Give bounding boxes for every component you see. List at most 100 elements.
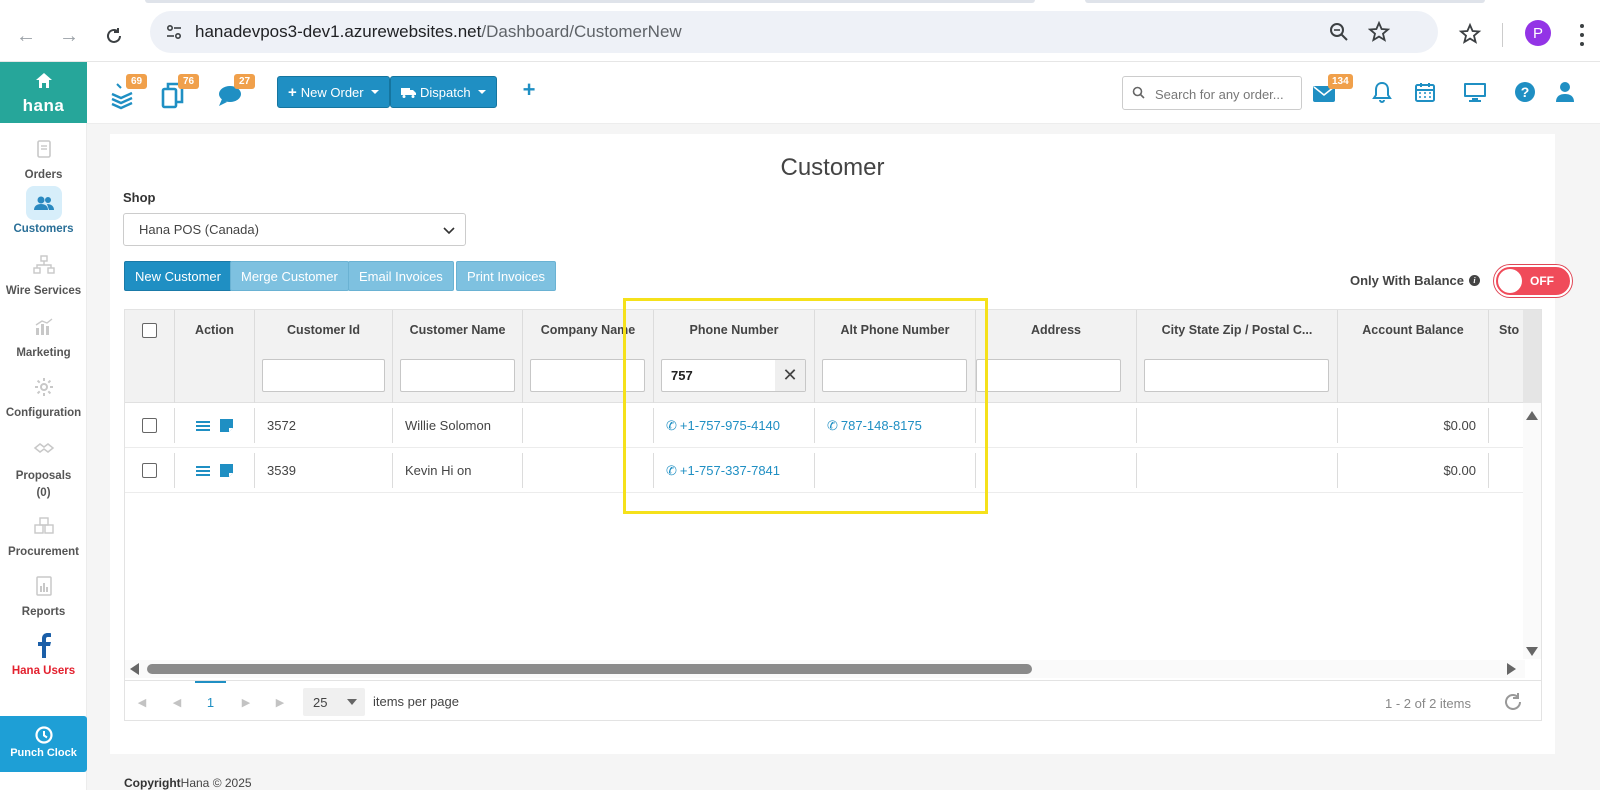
scroll-left-arrow-icon[interactable]: [130, 663, 139, 675]
back-arrow-icon[interactable]: ←: [12, 22, 40, 50]
column-header-company-name[interactable]: Company Name: [523, 310, 654, 350]
add-button[interactable]: +: [517, 77, 541, 102]
wire-services-icon: [26, 248, 62, 282]
sidebar-item-marketing[interactable]: Marketing: [0, 310, 87, 359]
help-icon[interactable]: ?: [1513, 80, 1537, 104]
bell-icon[interactable]: [1370, 80, 1394, 104]
profile-avatar[interactable]: P: [1525, 20, 1551, 46]
column-header-customer-id[interactable]: Customer Id: [255, 310, 393, 350]
sidebar-item-customers[interactable]: Customers: [0, 186, 87, 235]
phone-link[interactable]: ✆ +1-757-337-7841: [666, 463, 780, 479]
sidebar-item-label: Customers: [13, 223, 74, 235]
alt-phone-link[interactable]: ✆ 787-148-8175: [827, 418, 922, 434]
print-invoices-button[interactable]: Print Invoices: [456, 261, 557, 291]
mail-button[interactable]: 134: [1312, 74, 1353, 110]
dispatch-label: Dispatch: [420, 84, 471, 100]
row-checkbox[interactable]: [142, 418, 157, 433]
note-icon[interactable]: [220, 464, 233, 477]
bookmarks-star-icon[interactable]: [1458, 22, 1484, 48]
row-checkbox[interactable]: [142, 463, 157, 478]
new-customer-button[interactable]: New Customer: [124, 261, 232, 291]
order-search-box: [1122, 76, 1302, 110]
customer-name-filter[interactable]: [400, 359, 515, 392]
scrollbar-thumb[interactable]: [147, 664, 1032, 674]
sidebar-item-procurement[interactable]: Procurement: [0, 509, 87, 558]
sidebar-item-reports[interactable]: Reports: [0, 569, 87, 618]
monitor-icon[interactable]: [1463, 80, 1487, 104]
company-name-filter[interactable]: [530, 359, 645, 392]
filter-cell: [175, 350, 255, 403]
copies-button[interactable]: 76: [161, 74, 199, 110]
clear-filter-icon[interactable]: ✕: [775, 360, 805, 391]
current-page[interactable]: 1: [195, 681, 226, 720]
scroll-right-arrow-icon[interactable]: [1507, 663, 1516, 675]
browser-tab[interactable]: [145, 0, 1035, 3]
sidebar-item-label: Marketing: [16, 347, 71, 359]
browser-menu-icon[interactable]: [1580, 22, 1586, 48]
only-with-balance-toggle[interactable]: OFF: [1494, 265, 1572, 297]
column-header-account-balance[interactable]: Account Balance: [1338, 310, 1489, 350]
new-order-label: New Order: [300, 84, 364, 100]
alt-phone-filter[interactable]: [822, 359, 967, 392]
column-header-customer-name[interactable]: Customer Name: [393, 310, 523, 350]
table-row[interactable]: 3539 Kevin Hi on ✆ +1-757-337-7841 $0.00: [125, 448, 1525, 493]
forward-arrow-icon[interactable]: →: [55, 22, 83, 50]
new-order-button[interactable]: + New Order: [277, 76, 390, 108]
phone-link[interactable]: ✆ +1-757-975-4140: [666, 418, 780, 434]
browser-tab[interactable]: [1085, 0, 1485, 3]
shop-select[interactable]: Hana POS (Canada): [123, 213, 466, 246]
sidebar-item-hana-users[interactable]: Hana Users: [0, 628, 87, 677]
reload-icon[interactable]: [100, 22, 128, 50]
note-icon[interactable]: [220, 419, 233, 432]
reports-icon: [26, 569, 62, 603]
select-all-checkbox[interactable]: [142, 322, 157, 338]
column-header-address[interactable]: Address: [976, 310, 1137, 350]
orders-stack-button[interactable]: 69: [109, 74, 147, 110]
chat-button[interactable]: 27: [217, 74, 255, 110]
column-header-phone-number[interactable]: Phone Number: [654, 310, 815, 350]
address-filter[interactable]: [976, 359, 1121, 392]
zoom-icon[interactable]: [1328, 21, 1350, 43]
procurement-icon: [26, 509, 62, 543]
sidebar-item-label: Orders: [24, 169, 63, 181]
hana-logo[interactable]: hana: [0, 62, 87, 123]
menu-lines-icon[interactable]: [196, 420, 210, 432]
first-page-icon[interactable]: ◀︎: [135, 695, 149, 709]
calendar-icon[interactable]: [1413, 80, 1437, 104]
next-page-icon[interactable]: ▶: [239, 695, 253, 709]
site-settings-icon[interactable]: [164, 22, 184, 42]
city-state-zip-filter[interactable]: [1144, 359, 1329, 392]
sidebar-item-wire-services[interactable]: Wire Services: [0, 248, 87, 297]
email-invoices-button[interactable]: Email Invoices: [348, 261, 454, 291]
bookmark-star-icon[interactable]: [1368, 21, 1390, 43]
prev-page-icon[interactable]: ◀: [170, 695, 184, 709]
refresh-icon[interactable]: [1502, 691, 1524, 713]
vertical-scrollbar[interactable]: [1523, 403, 1541, 659]
order-search-input[interactable]: [1155, 84, 1295, 104]
merge-customer-button[interactable]: Merge Customer: [230, 261, 349, 291]
horizontal-scrollbar[interactable]: [125, 660, 1525, 678]
column-header-action[interactable]: Action: [175, 310, 255, 350]
menu-lines-icon[interactable]: [196, 465, 210, 477]
customer-id-filter[interactable]: [262, 359, 385, 392]
sidebar-item-orders[interactable]: Orders: [0, 132, 87, 181]
user-icon[interactable]: [1553, 80, 1577, 104]
filter-cell: [125, 350, 175, 403]
dispatch-button[interactable]: Dispatch: [390, 76, 497, 108]
page-size-select[interactable]: 25: [303, 688, 365, 716]
last-page-icon[interactable]: ▶︎: [273, 695, 287, 709]
column-header-alt-phone-number[interactable]: Alt Phone Number: [815, 310, 976, 350]
sidebar-item-configuration[interactable]: Configuration: [0, 370, 87, 419]
address-bar[interactable]: hanadevpos3-dev1.azurewebsites.net/Dashb…: [150, 11, 1438, 53]
caret-down-icon: [347, 699, 357, 705]
punch-clock-button[interactable]: Punch Clock: [0, 716, 87, 772]
scroll-down-arrow-icon[interactable]: [1526, 647, 1538, 656]
info-icon[interactable]: i: [1469, 275, 1481, 286]
select-all-column: [125, 310, 175, 350]
column-header-city-state-zip[interactable]: City State Zip / Postal C...: [1137, 310, 1338, 350]
table-row[interactable]: 3572 Willie Solomon ✆ +1-757-975-4140 ✆ 78…: [125, 403, 1525, 448]
scroll-up-arrow-icon[interactable]: [1526, 411, 1538, 420]
footer-brand: Hana © 2025: [180, 776, 252, 790]
sidebar-item-proposals[interactable]: Proposals (0): [0, 431, 87, 502]
customer-grid: Action Customer Id Customer Name Company…: [124, 309, 1542, 721]
